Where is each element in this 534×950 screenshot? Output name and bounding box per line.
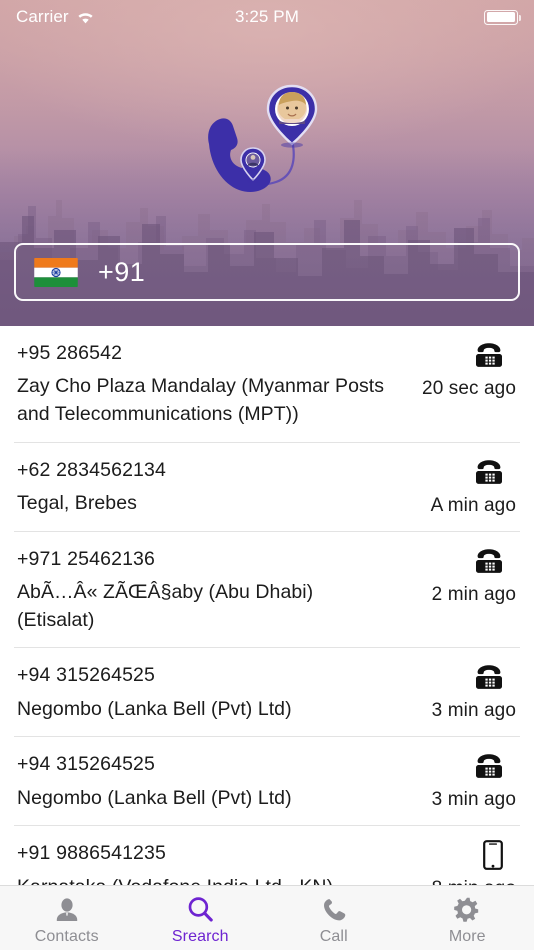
phone-number: +62 2834562134	[17, 458, 167, 481]
tab-contacts-label: Contacts	[34, 927, 99, 945]
phone-number: +95 286542	[17, 342, 123, 364]
tab-more-label: More	[448, 927, 486, 945]
landline-phone-icon	[474, 340, 504, 370]
tab-search-label: Srearch	[171, 927, 229, 945]
phone-number: +94 315264525	[17, 753, 156, 776]
recent-lookups-list[interactable]: +95 286542 Zay Cho Plaza Mandalay (Myanm…	[0, 326, 534, 885]
list-item-meta: 20 sec ago	[398, 340, 520, 400]
phone-handset-with-map-pins-illustration	[208, 84, 318, 192]
landline-phone-icon	[474, 457, 504, 487]
timestamp-label: 8 min ago	[432, 878, 516, 885]
tab-call[interactable]: Call	[267, 886, 401, 950]
list-item-meta: 2 min ago	[398, 546, 520, 606]
phone-number: +971 25462136	[17, 547, 156, 570]
battery-full-icon	[484, 9, 522, 25]
timestamp-label: A min ago	[430, 494, 516, 516]
location-label: Tegal, Brebes	[17, 492, 137, 514]
list-item[interactable]: +971 25462136 AbÃ…Â« ZÃŒÂ§aby (Abu Dhabi…	[14, 532, 520, 649]
location-label: Negombo (Lanka Bell (Pvt) Ltd)	[17, 786, 292, 809]
list-item[interactable]: +94 315264525 Negombo (Lanka Bell (Pvt) …	[14, 648, 520, 738]
timestamp-label: 3 min ago	[431, 789, 516, 811]
country-code-search-field[interactable]: +91	[14, 243, 520, 301]
location-label: Negombo (Lanka Bell (Pvt) Ltd)	[17, 697, 292, 720]
carrier-label: Carrier	[16, 7, 69, 26]
list-item-meta: A min ago	[398, 457, 520, 517]
mobile-phone-icon	[482, 840, 504, 871]
list-item[interactable]: +95 286542 Zay Cho Plaza Mandalay (Myanm…	[14, 326, 520, 443]
country-code-value[interactable]: +91	[98, 257, 145, 288]
list-item-text: +971 25462136 AbÃ…Â« ZÃŒÂ§aby (Abu Dhabi…	[14, 546, 398, 635]
hero-banner: Carrier 3:25 PM +91	[0, 0, 534, 326]
clock-label: 3:25 PM	[235, 7, 300, 26]
list-item-text: +91 9886541235 Karnataka (Vodafone India…	[14, 840, 398, 885]
status-bar-left: Carrier	[16, 7, 235, 27]
tab-more[interactable]: More	[401, 886, 534, 950]
phone-number: +94 315264525	[17, 664, 156, 687]
wifi-icon	[78, 13, 93, 24]
landline-phone-icon	[474, 662, 504, 692]
list-item-text: +94 315264525 Negombo (Lanka Bell (Pvt) …	[14, 662, 398, 723]
landline-phone-icon	[474, 751, 504, 781]
call-handset-icon	[320, 895, 348, 925]
timestamp-label: 20 sec ago	[422, 378, 516, 399]
tab-call-label: Call	[319, 927, 348, 945]
list-item[interactable]: +91 9886541235 Karnataka (Vodafone India…	[14, 826, 520, 885]
list-item-meta: 8 min ago	[398, 840, 520, 885]
contacts-person-icon	[53, 895, 81, 925]
landline-phone-icon	[474, 546, 504, 576]
list-item-text: +94 315264525 Negombo (Lanka Bell (Pvt) …	[14, 751, 398, 812]
list-item-meta: 3 min ago	[398, 751, 520, 811]
app-screen: Carrier 3:25 PM +91 +95 286542 Zay Cho P…	[0, 0, 534, 950]
tab-search[interactable]: Srearch	[134, 886, 268, 950]
search-magnifier-icon	[186, 895, 215, 925]
tab-contacts[interactable]: Contacts	[0, 886, 134, 950]
timestamp-label: 2 min ago	[431, 583, 516, 605]
status-bar: Carrier 3:25 PM	[0, 0, 534, 34]
phone-number: +91 9886541235	[17, 842, 167, 865]
gear-icon	[453, 895, 481, 925]
battery-fill	[486, 12, 516, 22]
india-flag-icon	[34, 257, 78, 287]
status-bar-right	[299, 9, 522, 25]
location-label: AbÃ…Â« ZÃŒÂ§aby (Abu Dhabi) (Etisalat)	[17, 581, 314, 631]
list-item-text: +62 2834562134 Tegal, Brebes	[14, 457, 398, 518]
list-item[interactable]: +94 315264525 Negombo (Lanka Bell (Pvt) …	[14, 737, 520, 827]
timestamp-label: 3 min ago	[431, 700, 516, 722]
list-item-text: +95 286542 Zay Cho Plaza Mandalay (Myanm…	[14, 340, 398, 429]
bottom-tab-bar: Contacts Srearch Call More	[0, 885, 534, 950]
location-label: Zay Cho Plaza Mandalay (Myanmar Posts an…	[17, 375, 385, 425]
location-label: Karnataka (Vodafone India Ltd - KN)	[17, 874, 388, 885]
list-item[interactable]: +62 2834562134 Tegal, Brebes A min ago	[14, 443, 520, 532]
list-item-meta: 3 min ago	[398, 662, 520, 722]
